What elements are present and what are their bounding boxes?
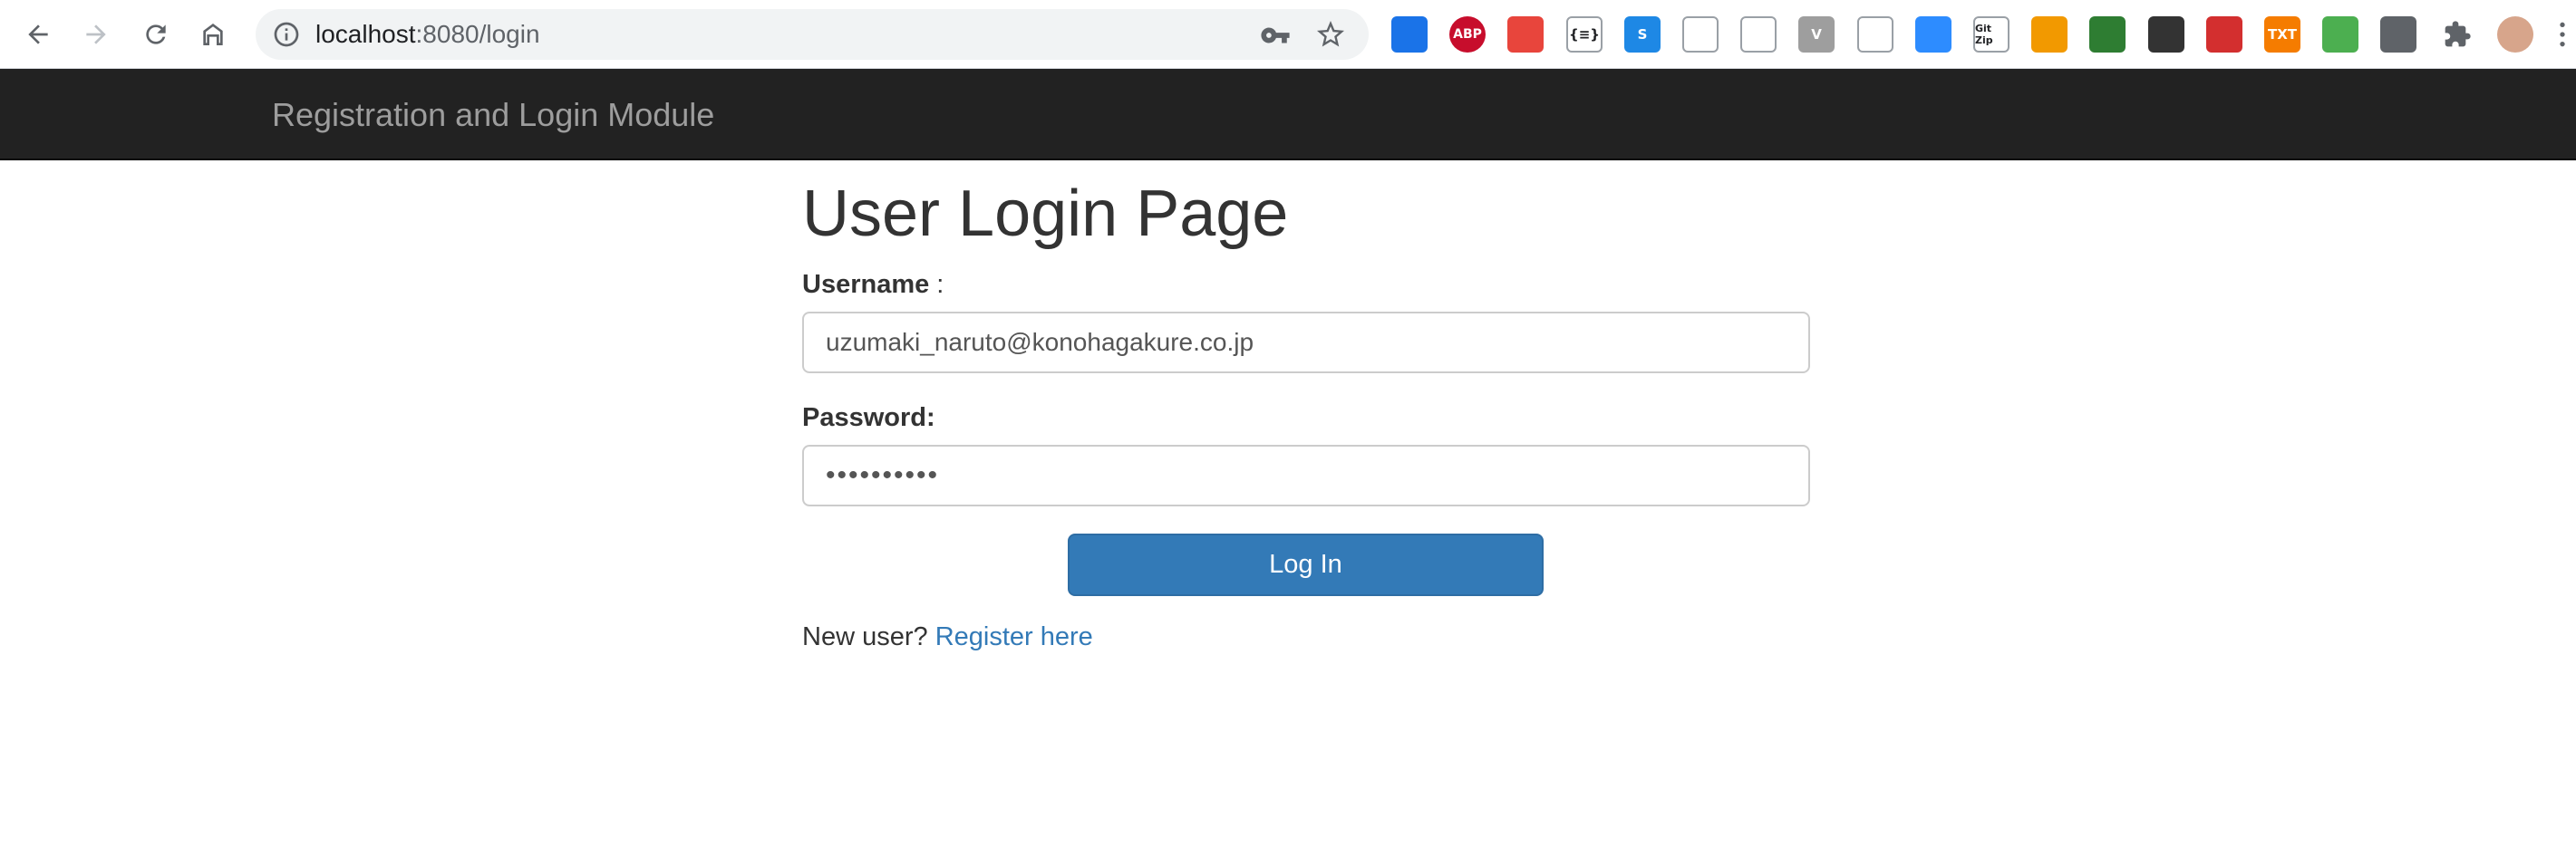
window-extension-icon[interactable] <box>1391 16 1428 53</box>
download-extension-icon[interactable] <box>1682 16 1719 53</box>
forward-button[interactable] <box>76 14 116 54</box>
new-user-prompt: New user? Register here <box>802 622 1093 652</box>
adblock-plus-icon[interactable]: ABP <box>1449 16 1486 53</box>
zoom-extension-icon[interactable] <box>1915 16 1951 53</box>
txt-extension-icon[interactable]: TXT <box>2264 16 2300 53</box>
reload-button[interactable] <box>136 14 176 54</box>
vue-devtools-icon[interactable]: V <box>1798 16 1835 53</box>
chat-extension-icon[interactable] <box>1740 16 1777 53</box>
sync-extension-icon[interactable] <box>2148 16 2184 53</box>
password-field[interactable]: •••••••••• <box>802 445 1810 506</box>
react-devtools-icon[interactable] <box>1857 16 1893 53</box>
login-form: User Login Page Username : uzumaki_narut… <box>802 160 1810 704</box>
back-button[interactable] <box>18 14 58 54</box>
url-text[interactable]: localhost:8080/login <box>315 9 540 60</box>
url-host: localhost <box>315 20 416 48</box>
username-label: Username : <box>802 270 944 300</box>
image-extension-icon[interactable] <box>2031 16 2068 53</box>
sitemap-extension-icon[interactable] <box>1507 16 1544 53</box>
home-button[interactable] <box>193 14 233 54</box>
url-path: :8080/login <box>415 20 540 48</box>
gear-extension-icon[interactable] <box>2322 16 2358 53</box>
username-label-text: Username <box>802 270 930 299</box>
back-arrow-icon <box>28 24 48 44</box>
star-icon[interactable] <box>1314 18 1347 51</box>
key-icon[interactable] <box>1260 20 1291 51</box>
address-bar[interactable]: localhost:8080/login <box>256 9 1369 60</box>
password-label: Password: <box>802 403 935 432</box>
json-extension-icon[interactable]: {≡} <box>1566 16 1603 53</box>
evernote-like-extension-icon[interactable] <box>2089 16 2126 53</box>
s-extension-icon[interactable]: S <box>1624 16 1661 53</box>
reload-icon <box>146 24 166 44</box>
record-extension-icon[interactable] <box>2206 16 2242 53</box>
page-title: User Login Page <box>802 178 1289 250</box>
new-user-text: New user? <box>802 622 928 651</box>
gitzip-extension-icon[interactable]: Git Zip <box>1973 16 2009 53</box>
menu-kebab-icon[interactable] <box>2555 16 2570 53</box>
profile-avatar-icon[interactable] <box>2497 16 2533 53</box>
puzzle-extensions-icon[interactable] <box>2439 16 2475 53</box>
info-icon[interactable] <box>272 20 301 49</box>
browser-toolbar: localhost:8080/login ABP {≡} S V Git Zip TXT <box>0 0 2576 69</box>
bracket-extension-icon[interactable] <box>2380 16 2416 53</box>
app-navbar: Registration and Login Module <box>0 69 2576 160</box>
username-label-suffix: : <box>929 270 944 299</box>
register-link[interactable]: Register here <box>935 622 1093 651</box>
navbar-brand[interactable]: Registration and Login Module <box>272 69 714 160</box>
home-icon <box>203 24 223 45</box>
username-field[interactable]: uzumaki_naruto@konohagakure.co.jp <box>802 312 1810 373</box>
login-button[interactable]: Log In <box>1068 534 1544 596</box>
forward-arrow-icon <box>86 24 106 44</box>
